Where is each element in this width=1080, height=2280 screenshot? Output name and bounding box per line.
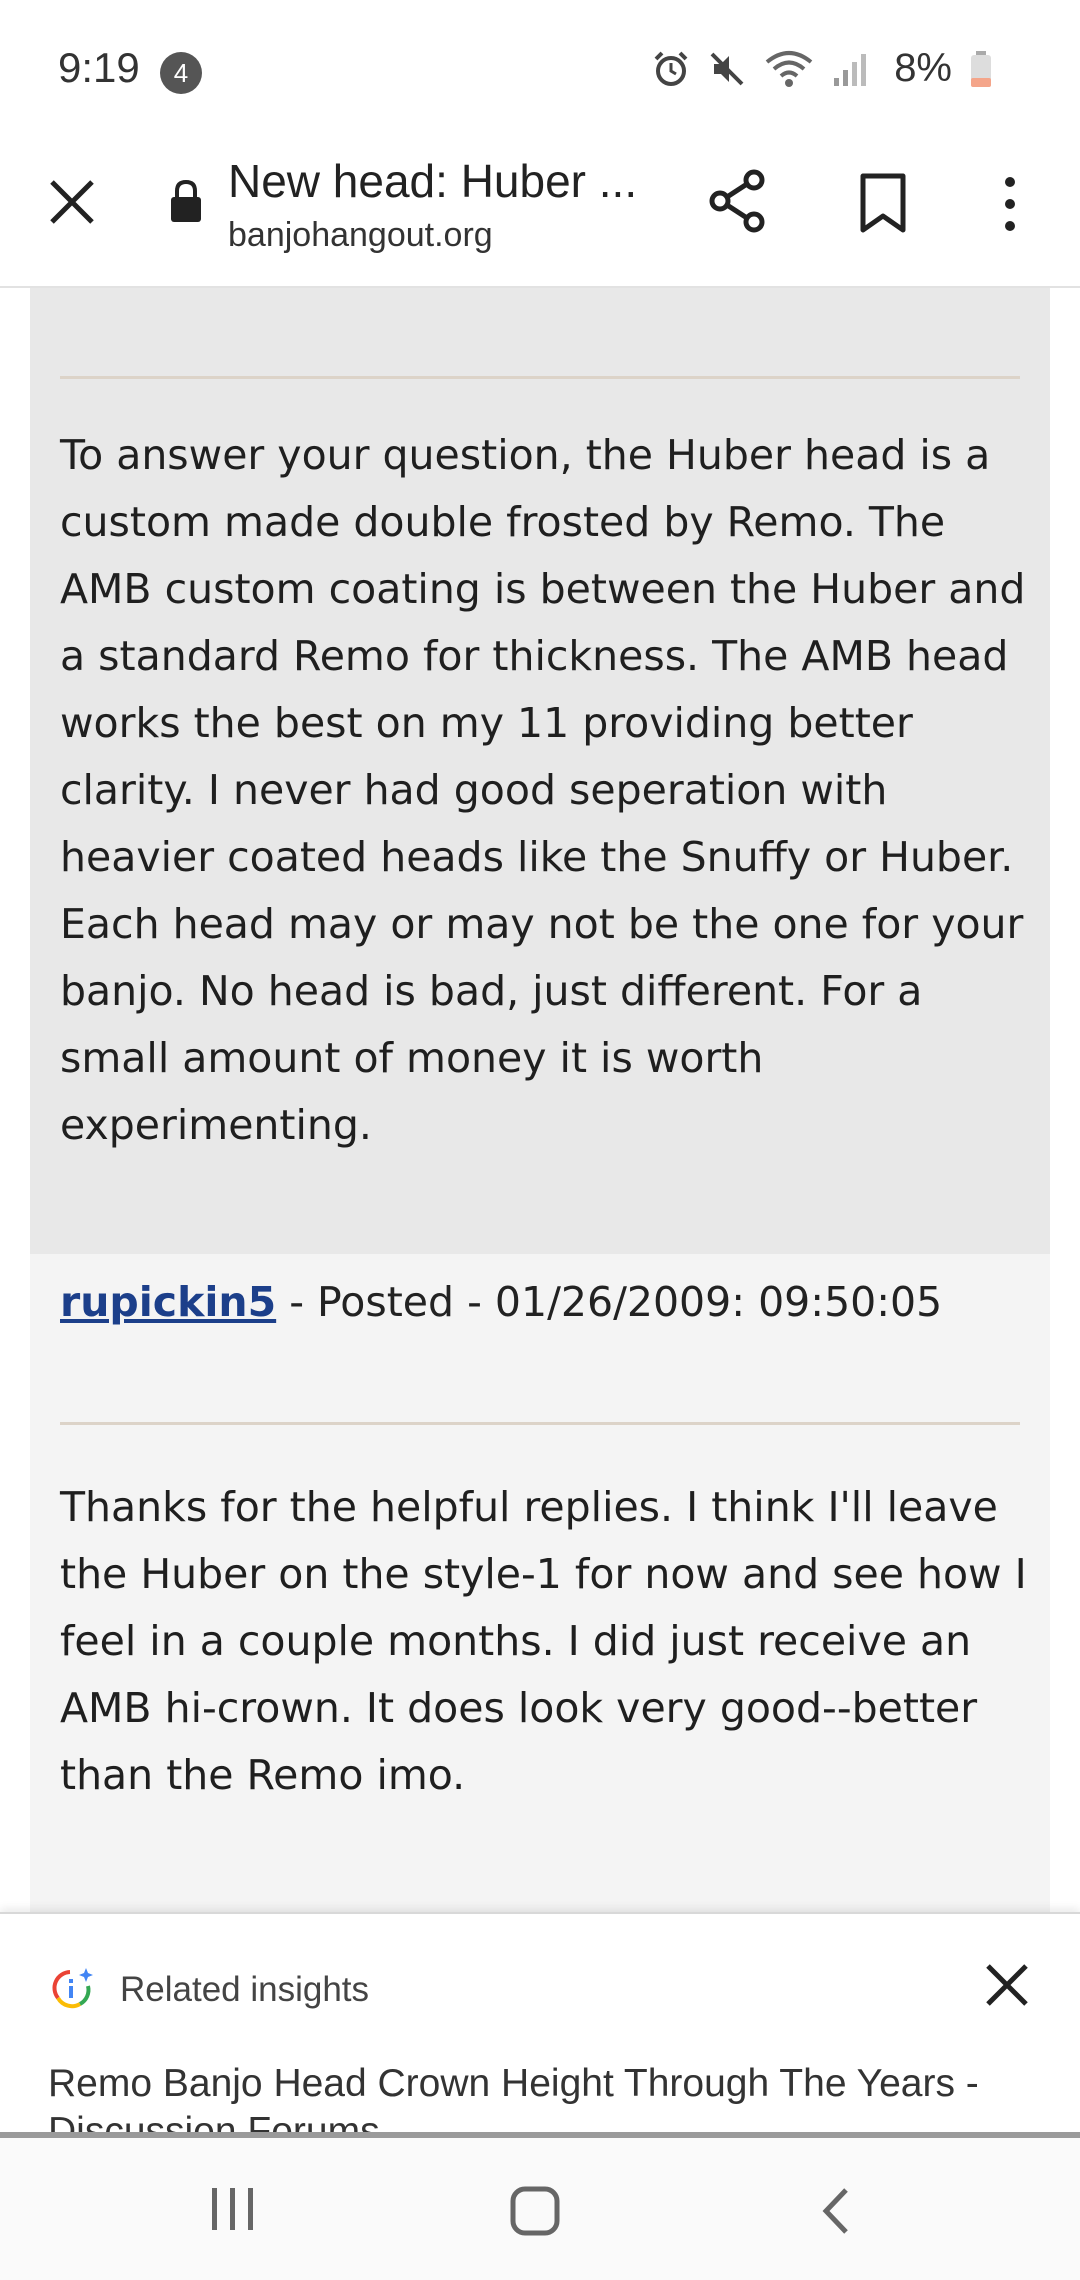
battery-icon: [971, 50, 991, 87]
post-body: Thanks for the helpful replies. I think …: [60, 1483, 1027, 1799]
home-icon[interactable]: [510, 2186, 560, 2236]
related-insights-label: Related insights: [120, 1970, 370, 2009]
status-icons: 8%: [652, 46, 992, 91]
related-insights-panel: Related insights Remo Banjo Head Crown H…: [0, 1912, 1080, 2136]
battery-percent: 8%: [894, 46, 952, 90]
bookmark-icon[interactable]: [858, 172, 908, 234]
browser-toolbar: New head: Huber ... banjohangout.org: [0, 140, 1080, 288]
post-header: rupickin5 - Posted - 01/26/2009: 09:50:0…: [60, 1278, 942, 1326]
recent-apps-icon[interactable]: [210, 2186, 256, 2232]
close-icon[interactable]: [46, 176, 98, 228]
share-icon[interactable]: [708, 168, 768, 234]
posted-date: 01/26/2009: 09:50:05: [494, 1278, 943, 1326]
page-title[interactable]: New head: Huber ...: [228, 154, 648, 208]
related-insight-link[interactable]: Remo Banjo Head Crown Height Through The…: [48, 2060, 1058, 2136]
status-bar: 9:19 4 8%: [0, 0, 1080, 140]
status-time: 9:19: [58, 44, 140, 91]
signal-icon: [834, 53, 867, 86]
more-icon[interactable]: [996, 174, 1024, 234]
post-body: To answer your question, the Huber head …: [60, 431, 1026, 1149]
page-content[interactable]: To answer your question, the Huber head …: [0, 288, 1080, 1912]
wifi-icon: [765, 50, 813, 87]
notification-count-badge: 4: [160, 52, 202, 94]
forum-post: rupickin5 - Posted - 01/26/2009: 09:50:0…: [30, 1254, 1050, 1912]
post-divider: [60, 1422, 1020, 1425]
page-url[interactable]: banjohangout.org: [228, 216, 493, 255]
post-divider: [60, 376, 1020, 379]
insights-icon: [52, 1968, 93, 2009]
author-link[interactable]: rupickin5: [60, 1278, 276, 1326]
posted-label: - Posted -: [276, 1278, 495, 1326]
alarm-icon: [654, 51, 688, 86]
system-nav-bar: [0, 2138, 1080, 2280]
mute-icon: [710, 52, 744, 85]
close-icon[interactable]: [984, 1962, 1030, 2008]
back-icon[interactable]: [820, 2186, 850, 2236]
forum-post: To answer your question, the Huber head …: [30, 288, 1050, 1254]
lock-icon[interactable]: [168, 178, 204, 224]
